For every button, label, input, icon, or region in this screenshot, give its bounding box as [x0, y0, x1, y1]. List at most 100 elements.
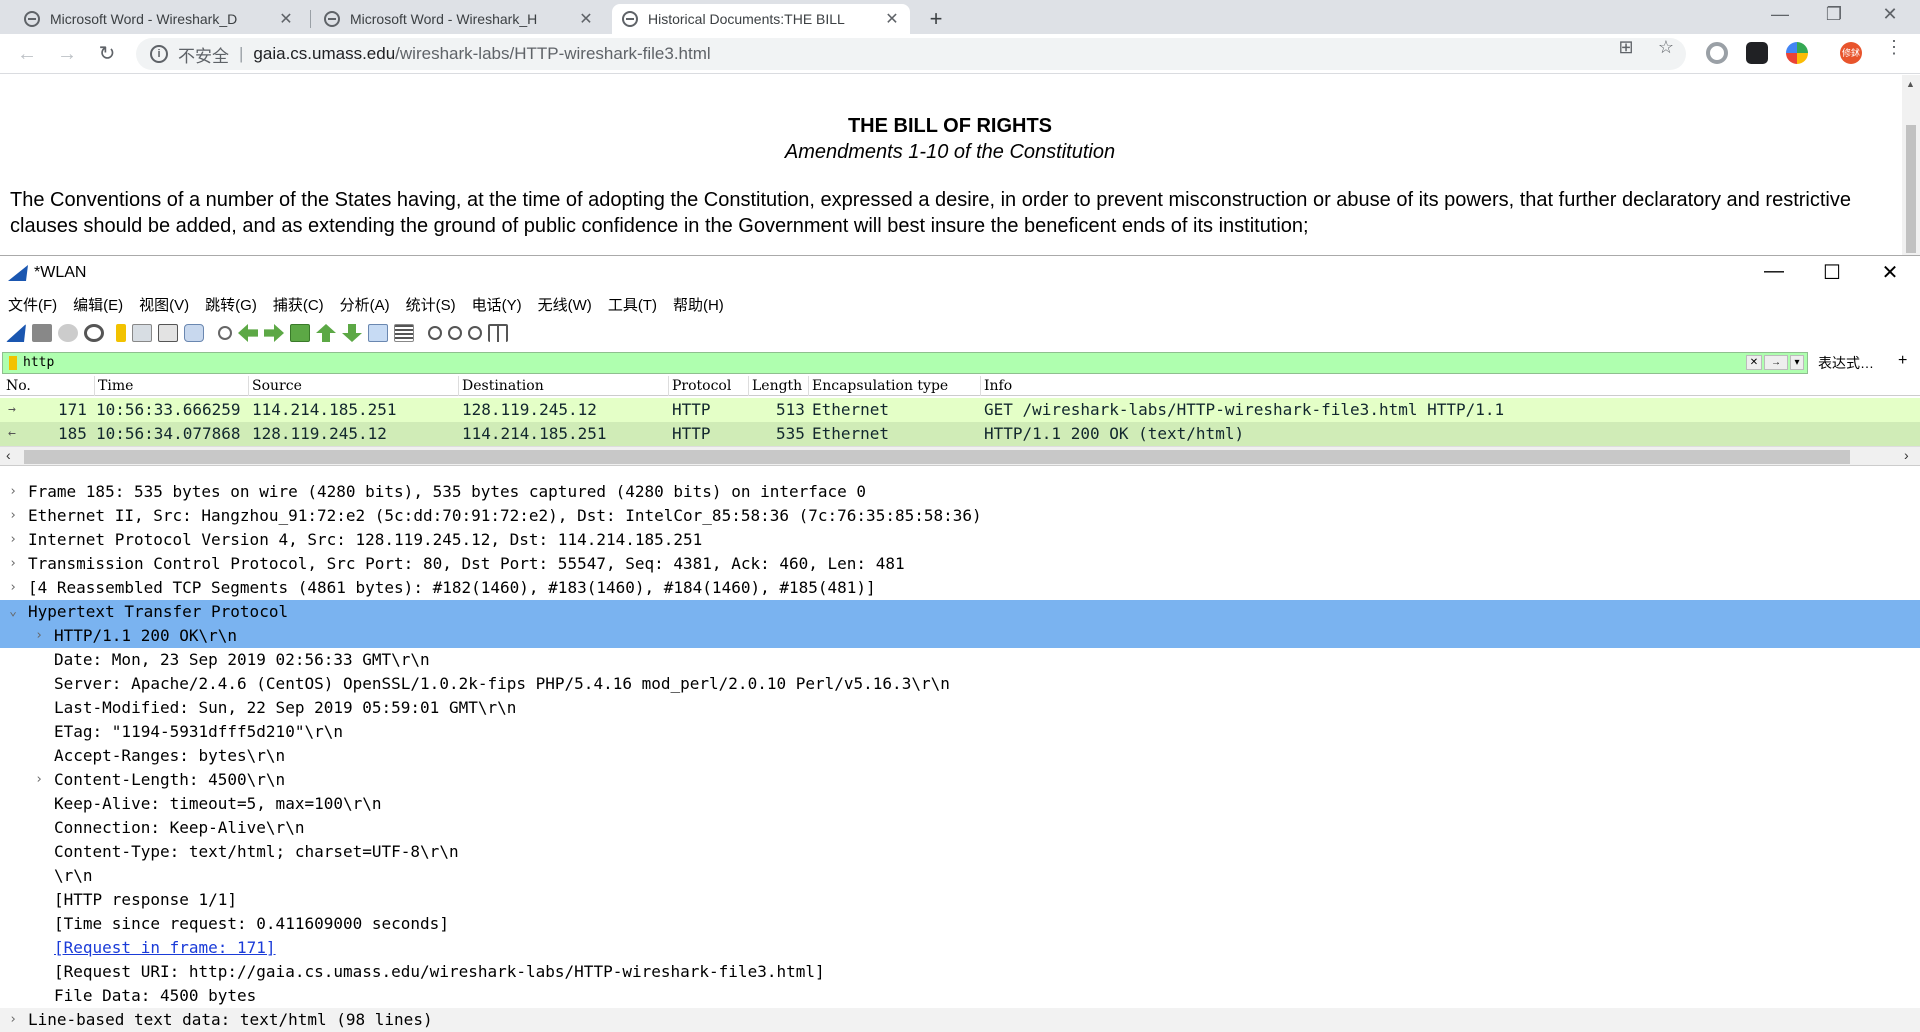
tree-reassembled[interactable]: › [4 Reassembled TCP Segments (4861 bytes… [0, 576, 1920, 600]
zoom-out-icon[interactable] [448, 326, 462, 340]
tree-file-data[interactable]: File Data: 4500 bytes [0, 984, 1920, 1008]
back-button[interactable]: ← [14, 41, 40, 67]
new-tab-button[interactable]: + [922, 6, 950, 32]
resize-columns-icon[interactable] [488, 324, 508, 342]
tree-ip[interactable]: › Internet Protocol Version 4, Src: 128.1… [0, 528, 1920, 552]
go-forward-icon[interactable] [264, 324, 284, 342]
browser-tab-word-d[interactable]: Microsoft Word - Wireshark_D ✕ [14, 4, 304, 34]
open-file-icon[interactable] [116, 324, 126, 342]
stop-capture-icon[interactable] [32, 324, 52, 342]
scroll-left-arrow-icon[interactable]: ‹ [6, 447, 11, 463]
tree-http[interactable]: ⌄ Hypertext Transfer Protocol [0, 600, 1920, 624]
restart-capture-icon[interactable] [58, 324, 78, 342]
tree-time-since-request[interactable]: [Time since request: 0.411609000 seconds… [0, 912, 1920, 936]
tree-content-type[interactable]: Content-Type: text/html; charset=UTF-8\r… [0, 840, 1920, 864]
autoscroll-icon[interactable] [368, 324, 388, 342]
go-back-icon[interactable] [238, 324, 258, 342]
menu-help[interactable]: 帮助(H) [673, 294, 724, 316]
expand-arrow-icon[interactable]: › [32, 624, 46, 648]
extension-circle-icon[interactable] [1706, 42, 1728, 64]
tree-ethernet[interactable]: › Ethernet II, Src: Hangzhou_91:72:e2 (5c… [0, 504, 1920, 528]
minimize-button[interactable]: — [1760, 4, 1800, 25]
reload-button[interactable]: ↻ [94, 41, 120, 67]
display-filter-input[interactable]: http [2, 352, 1808, 374]
menu-telephony[interactable]: 电话(Y) [472, 294, 522, 316]
menu-tools[interactable]: 工具(T) [608, 294, 657, 316]
capture-options-icon[interactable] [84, 324, 104, 342]
tree-request-in-frame[interactable]: [Request in frame: 171] [0, 936, 1920, 960]
find-packet-icon[interactable] [218, 326, 232, 340]
apply-filter-icon[interactable]: → [1764, 355, 1788, 370]
reload-file-icon[interactable] [184, 324, 204, 342]
last-packet-icon[interactable] [342, 324, 362, 342]
close-file-icon[interactable] [158, 324, 178, 342]
column-length[interactable]: Length [752, 378, 802, 394]
tree-crlf[interactable]: \r\n [0, 864, 1920, 888]
add-filter-button[interactable]: + [1898, 352, 1907, 370]
ws-close-button[interactable]: ✕ [1870, 260, 1910, 285]
profile-avatar[interactable]: 修鉥 [1840, 42, 1862, 64]
bookmark-icon[interactable] [9, 356, 17, 370]
hscroll-thumb[interactable] [24, 450, 1850, 464]
tree-frame[interactable]: › Frame 185: 535 bytes on wire (4280 bits… [0, 480, 1920, 504]
tree-last-modified[interactable]: Last-Modified: Sun, 22 Sep 2019 05:59:01… [0, 696, 1920, 720]
column-encapsulation[interactable]: Encapsulation type [812, 378, 948, 394]
tab-close-icon[interactable]: ✕ [578, 9, 594, 29]
menu-capture[interactable]: 捕获(C) [273, 294, 324, 316]
packet-list-hscrollbar[interactable]: ‹ › [0, 446, 1920, 466]
info-icon[interactable]: i [150, 45, 168, 63]
column-time[interactable]: Time [98, 378, 133, 394]
tree-content-length[interactable]: › Content-Length: 4500\r\n [0, 768, 1920, 792]
extension-color-icon[interactable] [1786, 42, 1808, 64]
ws-minimize-button[interactable]: — [1754, 260, 1794, 283]
tree-http-status[interactable]: › HTTP/1.1 200 OK\r\n [0, 624, 1920, 648]
tree-accept-ranges[interactable]: Accept-Ranges: bytes\r\n [0, 744, 1920, 768]
ws-maximize-button[interactable]: ☐ [1812, 260, 1852, 285]
menu-view[interactable]: 视图(V) [139, 294, 189, 316]
menu-go[interactable]: 跳转(G) [205, 294, 257, 316]
extension-glasses-icon[interactable] [1746, 42, 1768, 64]
expand-arrow-icon[interactable]: › [6, 1008, 20, 1032]
close-window-button[interactable]: ✕ [1870, 4, 1910, 25]
menu-statistics[interactable]: 统计(S) [406, 294, 456, 316]
tree-etag[interactable]: ETag: "1194-5931dfff5d210"\r\n [0, 720, 1920, 744]
zoom-in-icon[interactable] [428, 326, 442, 340]
packet-row-171[interactable]: → 171 10:56:33.666259 114.214.185.251 12… [0, 398, 1920, 422]
expression-button[interactable]: 表达式… [1818, 353, 1874, 373]
page-scrollbar[interactable]: ▲ [1902, 75, 1920, 255]
tree-line-based-text[interactable]: › Line-based text data: text/html (98 lin… [0, 1008, 1920, 1032]
expand-arrow-icon[interactable]: › [6, 528, 20, 552]
zoom-normal-icon[interactable] [468, 326, 482, 340]
expand-arrow-icon[interactable]: › [6, 552, 20, 576]
bookmark-star-icon[interactable]: ☆ [1652, 37, 1680, 58]
expand-arrow-icon[interactable]: › [6, 504, 20, 528]
tree-request-uri[interactable]: [Request URI: http://gaia.cs.umass.edu/w… [0, 960, 1920, 984]
request-frame-link[interactable]: [Request in frame: 171] [54, 936, 276, 960]
column-no[interactable]: No. [6, 378, 31, 394]
save-file-icon[interactable] [132, 324, 152, 342]
colorize-icon[interactable] [394, 324, 414, 342]
first-packet-icon[interactable] [316, 324, 336, 342]
menu-wireless[interactable]: 无线(W) [538, 294, 592, 316]
browser-tab-historical-documents[interactable]: Historical Documents:THE BILL ✕ [612, 4, 910, 34]
address-bar[interactable]: i 不安全 | gaia.cs.umass.edu /wireshark-lab… [136, 38, 1686, 70]
scroll-right-arrow-icon[interactable]: › [1904, 447, 1909, 463]
tree-date[interactable]: Date: Mon, 23 Sep 2019 02:56:33 GMT\r\n [0, 648, 1920, 672]
tree-http-response[interactable]: [HTTP response 1/1] [0, 888, 1920, 912]
column-destination[interactable]: Destination [462, 378, 544, 394]
security-label[interactable]: 不安全 [178, 42, 229, 67]
browser-tab-word-h[interactable]: Microsoft Word - Wireshark_H ✕ [314, 4, 604, 34]
menu-file[interactable]: 文件(F) [8, 294, 57, 316]
go-to-packet-icon[interactable] [290, 324, 310, 342]
filter-history-dropdown-icon[interactable]: ▾ [1790, 355, 1804, 370]
scroll-up-arrow-icon[interactable]: ▲ [1906, 79, 1915, 89]
translate-icon[interactable]: ⊞ [1612, 37, 1640, 58]
expand-arrow-icon[interactable]: › [6, 576, 20, 600]
tree-keep-alive[interactable]: Keep-Alive: timeout=5, max=100\r\n [0, 792, 1920, 816]
forward-button[interactable]: → [54, 41, 80, 67]
browser-menu-icon[interactable]: ⋮ [1880, 37, 1908, 58]
menu-analyze[interactable]: 分析(A) [340, 294, 390, 316]
menu-edit[interactable]: 编辑(E) [73, 294, 123, 316]
tree-server[interactable]: Server: Apache/2.4.6 (CentOS) OpenSSL/1.… [0, 672, 1920, 696]
packet-row-185[interactable]: ← 185 10:56:34.077868 128.119.245.12 114… [0, 422, 1920, 446]
